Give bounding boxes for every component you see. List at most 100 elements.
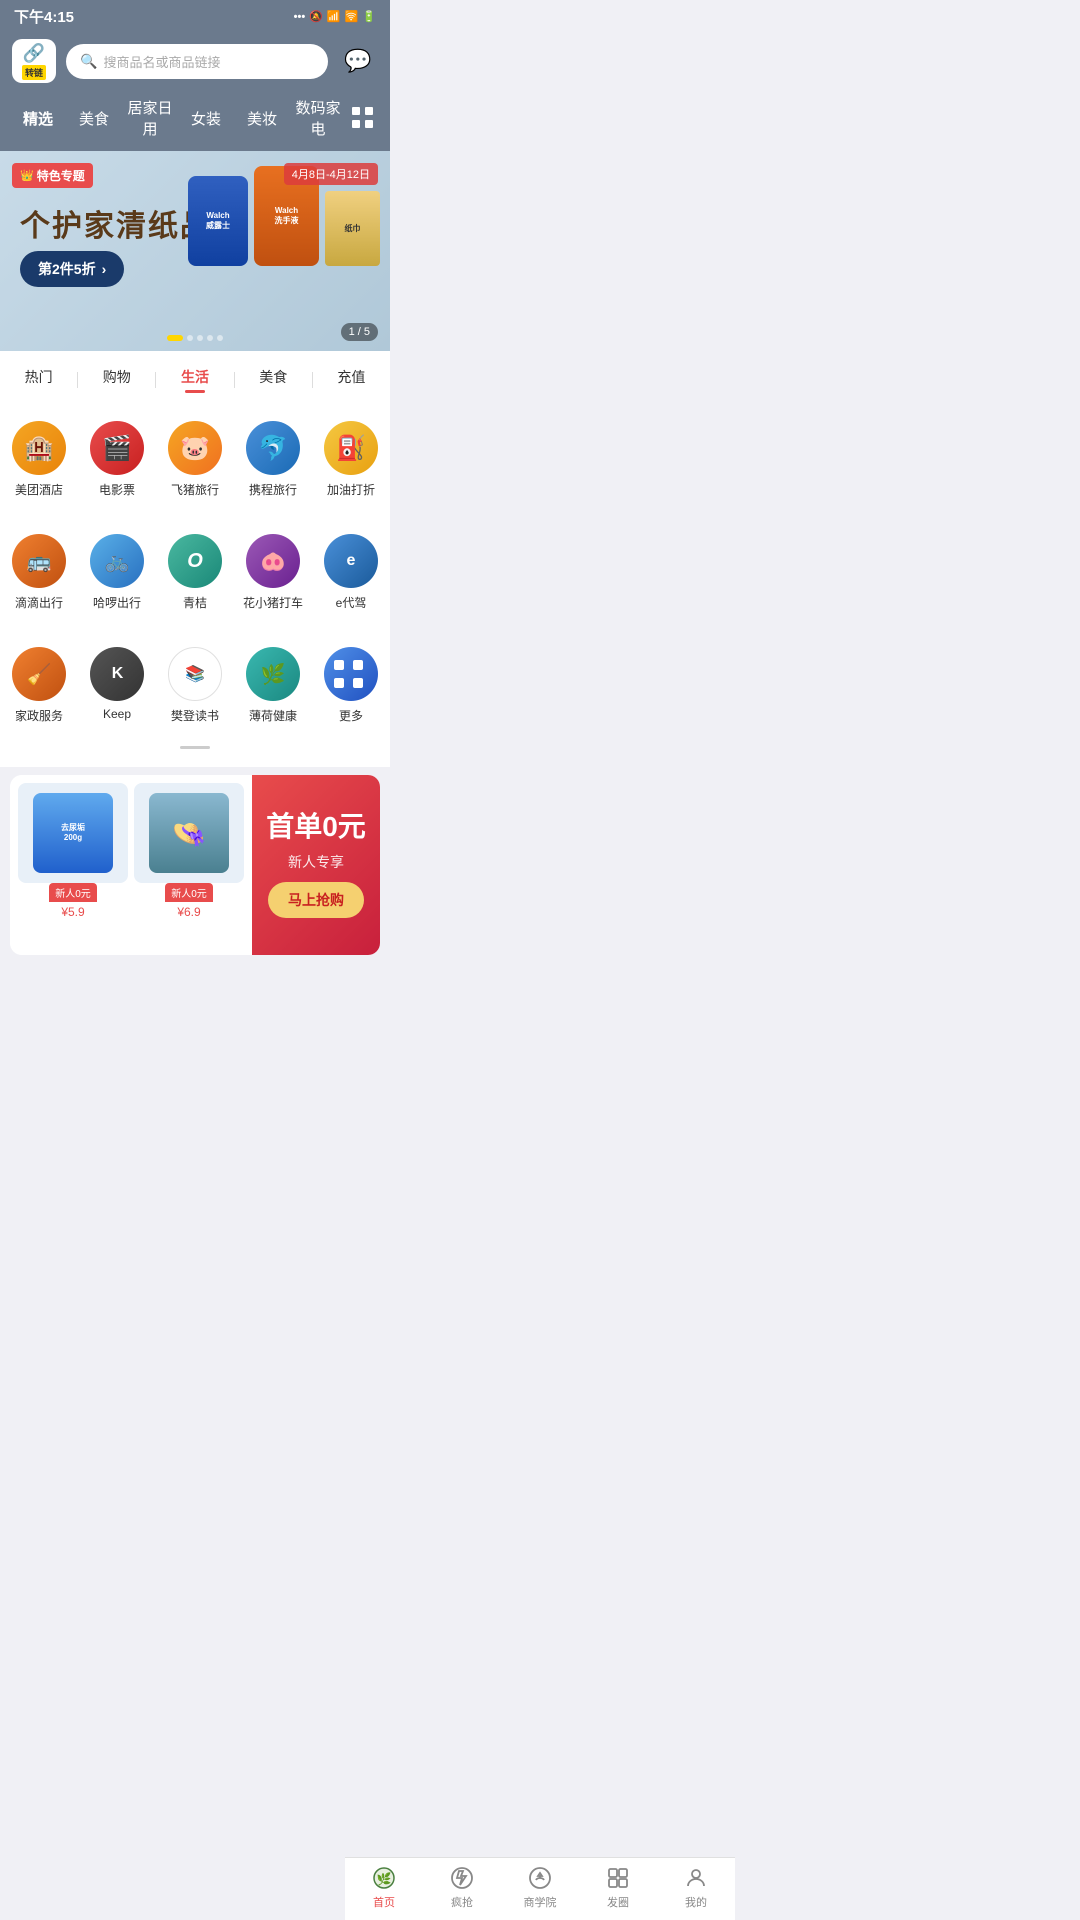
logo-box[interactable]: 🔗 转链 [12,39,56,83]
product-2-price: ¥6.9 [177,905,200,919]
service-grid-row2: 🚌 滴滴出行 🚲 哈啰出行 O 青桔 🐽 花小猪打车 e e代驾 [0,516,390,629]
cat-tab-life[interactable]: 生活 [156,363,233,397]
keep-label: Keep [103,707,131,721]
promo-product-1[interactable]: 去尿垢200g 新人0元 ¥5.9 [18,783,128,947]
service-fandeng[interactable]: 📚 樊登读书 [156,637,234,734]
service-didi[interactable]: 🚌 滴滴出行 [0,524,78,621]
service-feizhu[interactable]: 🐷 飞猪旅行 [156,411,234,508]
service-homeservice[interactable]: 🧹 家政服务 [0,637,78,734]
more-label: 更多 [339,707,363,724]
bottom-nav-mine[interactable]: 我的 [657,1864,735,1910]
service-movie[interactable]: 🎬 电影票 [78,411,156,508]
toilet-cleaner-img: 去尿垢200g [33,793,113,873]
service-meituan-hotel[interactable]: 🏨 美团酒店 [0,411,78,508]
banner-cta[interactable]: 第2件5折 › [20,251,124,287]
service-section: 🏨 美团酒店 🎬 电影票 🐷 飞猪旅行 🐬 携程旅行 ⛽ 加油打折 🚌 滴滴出行… [0,403,390,767]
academy-icon [526,1864,554,1892]
banner[interactable]: 👑 特色专题 4月8日-4月12日 个护家清纸品 第2件5折 › Walch威露… [0,151,390,351]
service-huaxiaozhu[interactable]: 🐽 花小猪打车 [234,524,312,621]
meituan-hotel-label: 美团酒店 [15,481,63,498]
service-edaijia[interactable]: e e代驾 [312,524,390,621]
bottom-nav-flash[interactable]: 疯抢 [423,1864,501,1910]
product-1-badge: 新人0元 [49,883,97,902]
movie-label: 电影票 [99,481,135,498]
status-icons: ••• 🔕 📶 🛜 🔋 [294,10,376,23]
didi-icon: 🚌 [12,534,66,588]
mute-icon: 🔕 [309,10,323,23]
battery-icon: 🔋 [362,10,376,23]
mine-label: 我的 [685,1894,707,1910]
promo-cta[interactable]: 首单0元 新人专享 马上抢购 [252,775,380,955]
logo-icon: 🔗 [23,43,45,64]
banner-indicators [167,335,223,341]
search-placeholder: 搜商品名或商品链接 [103,52,220,71]
cat-tab-shopping[interactable]: 购物 [78,363,155,397]
mine-icon [682,1864,710,1892]
nav-tab-beauty[interactable]: 美妆 [234,104,290,133]
crown-icon: 👑 [20,169,34,182]
service-more[interactable]: 更多 [312,637,390,734]
logo-label: 转链 [22,65,46,80]
nav-tab-women[interactable]: 女装 [178,104,234,133]
gas-icon: ⛽ [324,421,378,475]
nav-tab-selected[interactable]: 精选 [10,104,66,133]
edaijia-label: e代驾 [336,594,367,611]
flash-label: 疯抢 [451,1894,473,1910]
header: 🔗 转链 🔍 搜商品名或商品链接 💬 [0,31,390,93]
service-mint[interactable]: 🌿 薄荷健康 [234,637,312,734]
product-box: 纸巾 [325,191,380,266]
feizhu-icon: 🐷 [168,421,222,475]
category-tabs: 热门 购物 生活 美食 充值 [0,351,390,403]
product-2-image: 👒 [134,783,244,883]
cat-tab-food[interactable]: 美食 [235,363,312,397]
service-grid-row1: 🏨 美团酒店 🎬 电影票 🐷 飞猪旅行 🐬 携程旅行 ⛽ 加油打折 [0,403,390,516]
service-keep[interactable]: K Keep [78,637,156,734]
promo-product-2[interactable]: 👒 新人0元 ¥6.9 [134,783,244,947]
academy-label: 商学院 [524,1894,557,1910]
nav-more-button[interactable] [346,101,380,135]
hat-girl-img: 👒 [149,793,229,873]
qingjv-icon: O [168,534,222,588]
circle-label: 发圈 [607,1894,629,1910]
home-icon: 🌿 [370,1864,398,1892]
promo-title: 首单0元 [266,812,366,843]
search-bar[interactable]: 🔍 搜商品名或商品链接 [66,44,328,79]
mint-icon: 🌿 [246,647,300,701]
product-1-image: 去尿垢200g [18,783,128,883]
bottom-nav-home[interactable]: 🌿 首页 [345,1864,423,1910]
dot-5 [217,335,223,341]
product-bottle-1: Walch威露士 [188,176,248,266]
more-icon [324,647,378,701]
signal-icon: ••• [294,11,306,23]
dot-1 [167,335,183,341]
bottom-nav-circle[interactable]: 发圈 [579,1864,657,1910]
dot-4 [207,335,213,341]
message-button[interactable]: 💬 [338,41,378,81]
cat-tab-recharge[interactable]: 充值 [313,363,390,397]
promo-buy-button[interactable]: 马上抢购 [268,882,364,918]
scroll-indicator [0,742,390,757]
bottom-nav-academy[interactable]: 商学院 [501,1864,579,1910]
feizhu-label: 飞猪旅行 [171,481,219,498]
service-qingjv[interactable]: O 青桔 [156,524,234,621]
service-hellobike[interactable]: 🚲 哈啰出行 [78,524,156,621]
didi-label: 滴滴出行 [15,594,63,611]
ctrip-icon: 🐬 [246,421,300,475]
homeservice-icon: 🧹 [12,647,66,701]
cat-tab-hot[interactable]: 热门 [0,363,77,397]
hellobike-label: 哈啰出行 [93,594,141,611]
service-ctrip[interactable]: 🐬 携程旅行 [234,411,312,508]
message-icon: 💬 [344,48,371,74]
qingjv-label: 青桔 [183,594,207,611]
service-gas[interactable]: ⛽ 加油打折 [312,411,390,508]
promo-products: 去尿垢200g 新人0元 ¥5.9 👒 新人0元 ¥6.9 [10,775,252,955]
nav-tabs: 精选 美食 居家日用 女装 美妆 数码家电 [0,93,390,151]
nav-tab-food[interactable]: 美食 [66,104,122,133]
nav-tab-digital[interactable]: 数码家电 [290,93,346,143]
dot-3 [197,335,203,341]
homeservice-label: 家政服务 [15,707,63,724]
svg-text:🌿: 🌿 [377,1872,392,1886]
bottom-nav: 🌿 首页 疯抢 商学院 [345,1857,735,1920]
flash-icon [448,1864,476,1892]
nav-tab-home[interactable]: 居家日用 [122,93,178,143]
